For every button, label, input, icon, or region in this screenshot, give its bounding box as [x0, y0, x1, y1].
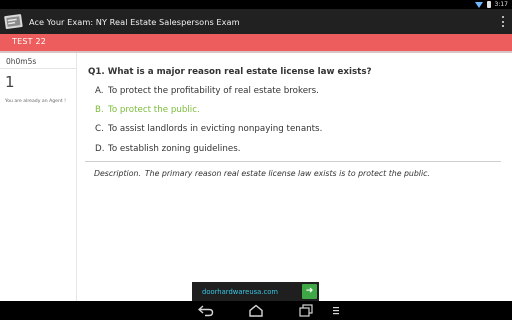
option-letter: C.	[95, 124, 104, 134]
option-letter: B.	[95, 105, 104, 115]
recent-apps-icon[interactable]	[298, 304, 314, 317]
back-icon[interactable]	[198, 304, 214, 317]
ad-text[interactable]: doorhardwareusa.com	[202, 288, 278, 296]
description-text: The primary reason real estate license l…	[144, 169, 430, 178]
app-title: Ace Your Exam: NY Real Estate Salesperso…	[29, 16, 240, 27]
ad-banner[interactable]: doorhardwareusa.com ➜	[192, 282, 319, 301]
option-letter: A.	[95, 86, 104, 96]
agent-note: You are already an Agent !	[5, 99, 66, 104]
question-panel: Q1. What is a major reason real estate l…	[78, 53, 512, 301]
status-time: 3:17	[494, 1, 508, 8]
option-c[interactable]: C. To assist landlords in evicting nonpay…	[95, 124, 322, 134]
sidebar-divider	[0, 68, 77, 69]
wifi-icon	[474, 1, 483, 8]
book-icon[interactable]	[3, 12, 25, 32]
option-d[interactable]: D. To establish zoning guidelines.	[95, 144, 240, 154]
question-text: Q1. What is a major reason real estate l…	[88, 67, 372, 77]
battery-icon	[486, 1, 491, 8]
question-number: 1	[5, 73, 15, 91]
description-divider	[85, 161, 501, 162]
app-screen: 3:17 Ace Your Exam: NY Real Estate Sales…	[0, 0, 512, 320]
option-text: To assist landlords in evicting nonpayin…	[108, 124, 323, 134]
test-header: TEST 22	[0, 34, 512, 53]
option-text: To protect the public.	[108, 105, 200, 115]
option-text: To establish zoning guidelines.	[108, 144, 241, 154]
test-label: TEST 22	[12, 37, 47, 46]
option-text: To protect the profitability of real est…	[108, 86, 319, 96]
answer-description: Description. The primary reason real esta…	[94, 169, 430, 178]
overflow-menu-icon[interactable]	[501, 16, 504, 27]
sidebar: 0h0m5s 1 You are already an Agent !	[0, 53, 77, 301]
menu-icon[interactable]	[328, 304, 344, 317]
option-b[interactable]: B. To protect the public.	[95, 105, 200, 115]
description-prefix: Description.	[94, 169, 141, 178]
timer: 0h0m5s	[6, 57, 37, 66]
status-icons: 3:17	[474, 0, 508, 9]
arrow-right-icon[interactable]: ➜	[302, 284, 317, 299]
home-icon[interactable]	[248, 304, 264, 317]
status-bar: 3:17	[0, 0, 512, 9]
navigation-bar	[0, 301, 512, 320]
action-bar: Ace Your Exam: NY Real Estate Salesperso…	[0, 9, 512, 34]
option-a[interactable]: A. To protect the profitability of real e…	[95, 86, 319, 96]
option-letter: D.	[95, 144, 105, 154]
